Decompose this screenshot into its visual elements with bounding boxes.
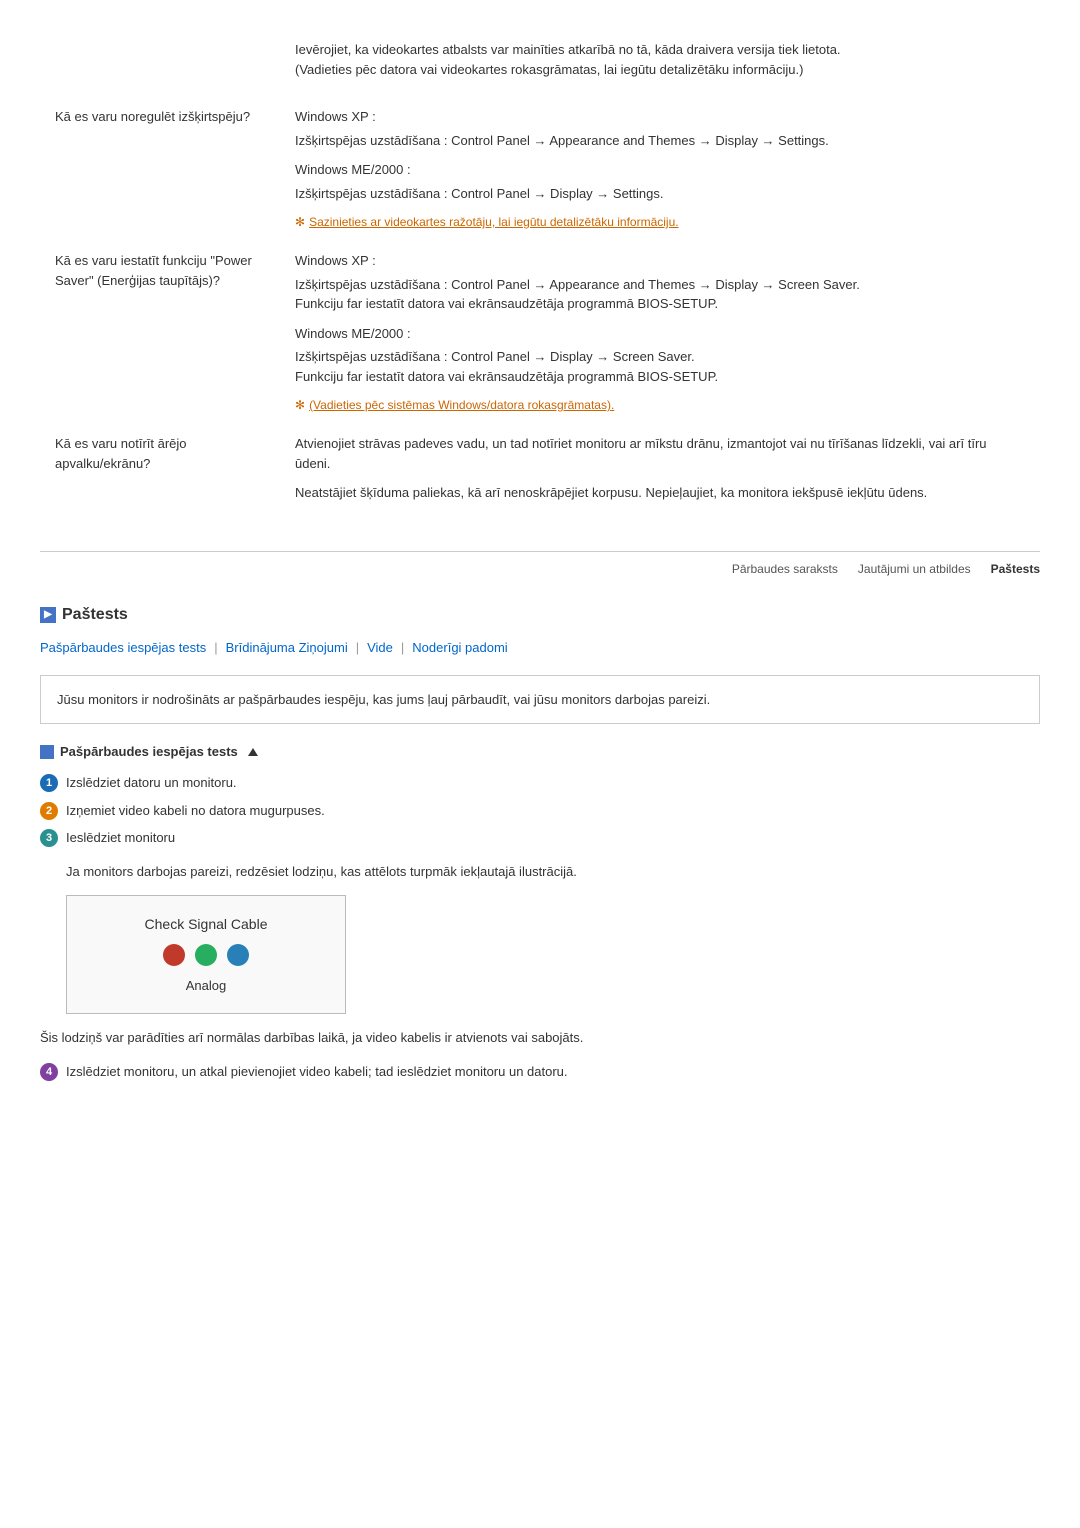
signal-circle-blue	[227, 944, 249, 966]
faq-answer-2-title-0: Windows XP :	[295, 251, 1025, 271]
faq-answer-1-note-link[interactable]: Sazinieties ar videokartes ražotāju, lai…	[309, 213, 679, 231]
subsection-title: Pašpārbaudes iespējas tests	[60, 744, 238, 759]
faq-table: Ievērojiet, ka videokartes atbalsts var …	[40, 30, 1040, 521]
faq-answer-1-content-1: Izšķirtspējas uzstādīšana : Control Pane…	[295, 184, 1025, 204]
sub-nav-sep-2: |	[401, 640, 404, 655]
faq-answer-3-text-1: Neatstājiet šķīduma paliekas, kā arī nen…	[295, 483, 1025, 503]
signal-circle-green	[195, 944, 217, 966]
step-item-2: 2 Izņemiet video kabeli no datora mugurp…	[40, 801, 1040, 821]
faq-answer-2-title-1: Windows ME/2000 :	[295, 324, 1025, 344]
steps-list: 1 Izslēdziet datoru un monitoru. 2 Izņem…	[40, 773, 1040, 848]
faq-row-3: Kā es varu notīrīt ārējo apvalku/ekrānu?…	[40, 424, 1040, 521]
faq-answer-2-block-1: Windows ME/2000 : Izšķirtspējas uzstādīš…	[295, 324, 1025, 387]
sub-nav-link-2[interactable]: Vide	[367, 640, 393, 655]
subsection-icon	[40, 745, 54, 759]
note-text: Šis lodziņš var parādīties arī normālas …	[40, 1028, 1040, 1048]
faq-answer-0-text: Ievērojiet, ka videokartes atbalsts var …	[295, 40, 1025, 79]
signal-cable-box: Check Signal Cable Analog	[66, 895, 346, 1014]
faq-answer-1-content-0: Izšķirtspējas uzstādīšana : Control Pane…	[295, 131, 1025, 151]
sub-nav: Pašpārbaudes iespējas tests | Brīdinājum…	[40, 640, 1040, 655]
faq-row-0: Ievērojiet, ka videokartes atbalsts var …	[40, 30, 1040, 97]
step-text-4: Izslēdziet monitoru, un atkal pievienoji…	[66, 1062, 568, 1082]
faq-answer-1-title-0: Windows XP :	[295, 107, 1025, 127]
faq-answer-1-note: ✻ Sazinieties ar videokartes ražotāju, l…	[295, 213, 1025, 231]
info-box-text: Jūsu monitors ir nodrošināts ar pašpārba…	[57, 690, 1023, 710]
sub-nav-link-0[interactable]: Pašpārbaudes iespējas tests	[40, 640, 206, 655]
sub-nav-sep-1: |	[356, 640, 359, 655]
faq-answer-2-content-0: Izšķirtspējas uzstādīšana : Control Pane…	[295, 275, 1025, 314]
faq-question-1: Kā es varu noregulēt izšķirtspēju?	[40, 97, 280, 241]
info-box: Jūsu monitors ir nodrošināts ar pašpārba…	[40, 675, 1040, 725]
sub-nav-link-1[interactable]: Brīdinājuma Ziņojumi	[226, 640, 348, 655]
faq-answer-2-block-0: Windows XP : Izšķirtspējas uzstādīšana :…	[295, 251, 1025, 314]
step-number-1: 1	[40, 774, 58, 792]
pastests-icon: ▶	[40, 607, 56, 623]
note-prefix-icon-2: ✻	[295, 396, 305, 414]
sub-nav-link-3[interactable]: Noderīgi padomi	[412, 640, 507, 655]
pastests-header: ▶ Paštests	[40, 606, 1040, 624]
step3-note: Ja monitors darbojas pareizi, redzēsiet …	[66, 862, 1040, 882]
faq-answer-1-block-0: Windows XP : Izšķirtspējas uzstādīšana :…	[295, 107, 1025, 150]
step-item-1: 1 Izslēdziet datoru un monitoru.	[40, 773, 1040, 793]
sub-nav-sep-0: |	[214, 640, 217, 655]
step-item-3: 3 Ieslēdziet monitoru	[40, 828, 1040, 848]
faq-answer-1-block-1: Windows ME/2000 : Izšķirtspējas uzstādīš…	[295, 160, 1025, 203]
signal-circle-red	[163, 944, 185, 966]
faq-answer-1-title-1: Windows ME/2000 :	[295, 160, 1025, 180]
collapse-triangle-icon[interactable]	[248, 748, 258, 756]
faq-answer-2-note-link[interactable]: (Vadieties pēc sistēmas Windows/datora r…	[309, 396, 614, 414]
pastests-section: ▶ Paštests Pašpārbaudes iespējas tests |…	[40, 606, 1040, 1082]
faq-answer-2-content-1: Izšķirtspējas uzstādīšana : Control Pane…	[295, 347, 1025, 386]
pastests-heading: Paštests	[62, 606, 128, 624]
nav-bar: Pārbaudes saraksts Jautājumi un atbildes…	[40, 551, 1040, 586]
faq-answer-1: Windows XP : Izšķirtspējas uzstādīšana :…	[280, 97, 1040, 241]
faq-answer-2: Windows XP : Izšķirtspējas uzstādīšana :…	[280, 241, 1040, 424]
nav-item-jautajumi[interactable]: Jautājumi un atbildes	[858, 562, 971, 576]
subsection-header: Pašpārbaudes iespējas tests	[40, 744, 1040, 759]
faq-question-2: Kā es varu iestatīt funkciju "Power Save…	[40, 241, 280, 424]
faq-row-2: Kā es varu iestatīt funkciju "Power Save…	[40, 241, 1040, 424]
step-number-3: 3	[40, 829, 58, 847]
faq-question-0	[40, 30, 280, 97]
faq-answer-2-note: ✻ (Vadieties pēc sistēmas Windows/datora…	[295, 396, 1025, 414]
signal-circles	[87, 944, 325, 966]
faq-answer-3: Atvienojiet strāvas padeves vadu, un tad…	[280, 424, 1040, 521]
step-text-3: Ieslēdziet monitoru	[66, 828, 175, 848]
page-container: Ievērojiet, ka videokartes atbalsts var …	[0, 0, 1080, 1119]
step-item-4: 4 Izslēdziet monitoru, un atkal pievieno…	[40, 1062, 1040, 1082]
signal-cable-type: Analog	[87, 978, 325, 993]
faq-answer-3-text-0: Atvienojiet strāvas padeves vadu, un tad…	[295, 434, 1025, 473]
nav-item-pastests: Paštests	[991, 562, 1040, 576]
faq-row-1: Kā es varu noregulēt izšķirtspēju? Windo…	[40, 97, 1040, 241]
nav-item-parbaudes[interactable]: Pārbaudes saraksts	[732, 562, 838, 576]
step-number-4: 4	[40, 1063, 58, 1081]
faq-section: Ievērojiet, ka videokartes atbalsts var …	[40, 30, 1040, 521]
step-number-2: 2	[40, 802, 58, 820]
signal-cable-title: Check Signal Cable	[87, 916, 325, 932]
faq-answer-0: Ievērojiet, ka videokartes atbalsts var …	[280, 30, 1040, 97]
step-text-1: Izslēdziet datoru un monitoru.	[66, 773, 237, 793]
faq-question-3: Kā es varu notīrīt ārējo apvalku/ekrānu?	[40, 424, 280, 521]
step-text-2: Izņemiet video kabeli no datora mugurpus…	[66, 801, 325, 821]
note-prefix-icon: ✻	[295, 213, 305, 231]
